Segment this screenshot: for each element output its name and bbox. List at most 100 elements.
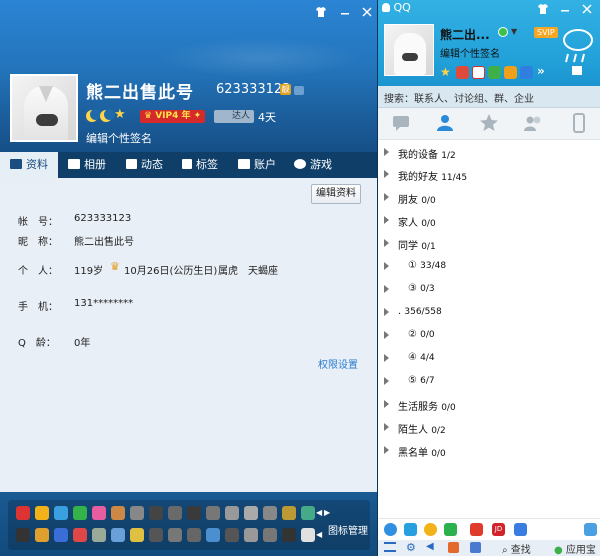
green-diamond-icon[interactable] — [73, 506, 87, 520]
group-family[interactable]: 家人 0/0 — [378, 210, 600, 232]
group-friends[interactable]: 朋友 0/0 — [378, 187, 600, 209]
close-icon[interactable] — [360, 6, 374, 20]
browser-icon[interactable] — [225, 528, 239, 542]
pretty-number-icon[interactable]: 靓 — [280, 84, 291, 95]
scroll-right-icon[interactable]: ▶ — [324, 508, 330, 517]
qq-logo-icon[interactable] — [301, 528, 315, 542]
yellow-diamond-icon[interactable] — [35, 506, 49, 520]
weiyun-icon[interactable] — [404, 523, 417, 536]
camera-icon[interactable] — [187, 506, 201, 520]
qzone-icon[interactable] — [456, 66, 469, 79]
settings-icon[interactable]: ⚙ — [406, 541, 416, 554]
find-button[interactable]: ⌕ 查找 — [502, 541, 531, 556]
group-2[interactable]: ② 0/0 — [378, 325, 600, 347]
pink-diamond-icon[interactable] — [92, 506, 106, 520]
play-icon[interactable] — [444, 523, 457, 536]
star-yellow-icon[interactable] — [130, 528, 144, 542]
stock-icon[interactable] — [470, 523, 483, 536]
photo-badge-icon[interactable] — [168, 528, 182, 542]
pass-icon[interactable] — [149, 528, 163, 542]
permission-settings-link[interactable]: 权限设置 — [318, 356, 358, 371]
vip-badge[interactable]: ♛ VIP4 年 ✦ — [140, 110, 206, 123]
qq-game-icon[interactable] — [424, 523, 437, 536]
daren-badge[interactable]: 达人 — [214, 110, 254, 123]
book-icon[interactable] — [73, 528, 87, 542]
group-5[interactable]: ⑤ 6/7 — [378, 371, 600, 393]
tab-account[interactable]: 账户 — [238, 152, 276, 178]
online-status-icon[interactable] — [498, 27, 508, 37]
shop-icon[interactable] — [504, 66, 517, 79]
card-small-icon[interactable] — [294, 86, 304, 95]
scroll-left-icon[interactable]: ◀ — [316, 530, 322, 539]
skin-icon[interactable] — [536, 3, 550, 17]
contacts-tab-icon[interactable] — [434, 112, 456, 134]
blue-diamond-icon[interactable] — [54, 506, 68, 520]
penguin-dark-icon[interactable] — [282, 528, 296, 542]
card-badge-icon[interactable] — [168, 506, 182, 520]
tab-profile[interactable]: 资料 — [0, 152, 58, 178]
box-icon[interactable] — [301, 506, 315, 520]
group-classmates[interactable]: 同学 0/1 — [378, 233, 600, 255]
contact-search[interactable]: 搜索：联系人、讨论组、群、企业 — [378, 86, 600, 108]
group-1[interactable]: ① 33/48 — [378, 256, 600, 278]
game-icon[interactable] — [520, 66, 533, 79]
scroll-left-icon[interactable]: ◀ — [316, 508, 322, 517]
main-avatar[interactable] — [384, 24, 434, 76]
shop-icon[interactable] — [111, 528, 125, 542]
group-strangers[interactable]: 陌生人 0/2 — [378, 417, 600, 439]
main-signature[interactable]: 编辑个性签名 — [440, 45, 500, 60]
group-dot[interactable]: . 356/558 — [378, 302, 600, 324]
wallet-icon[interactable] — [488, 66, 501, 79]
game-badge-icon[interactable] — [149, 506, 163, 520]
qq-browser-icon[interactable] — [384, 523, 397, 536]
security-icon[interactable] — [514, 523, 527, 536]
star-level-icon[interactable]: ★ — [114, 107, 126, 122]
icon-manage-link[interactable]: 图标管理 — [328, 522, 368, 537]
gift-icon[interactable] — [35, 528, 49, 542]
home-icon[interactable] — [92, 528, 106, 542]
round-badge-icon[interactable] — [263, 528, 277, 542]
music-icon[interactable] — [111, 506, 125, 520]
moon-level-icon[interactable] — [100, 109, 115, 122]
profile-avatar[interactable] — [10, 74, 78, 142]
file-icon[interactable] — [470, 542, 481, 553]
group-blacklist[interactable]: 黑名单 0/0 — [378, 440, 600, 462]
favorites-tab-icon[interactable] — [478, 112, 500, 134]
video-icon[interactable] — [187, 528, 201, 542]
wallet-badge-icon[interactable] — [54, 528, 68, 542]
qq-show-icon[interactable] — [16, 506, 30, 520]
phone-tab-icon[interactable] — [568, 112, 590, 134]
group-my-devices[interactable]: 我的设备 1/2 — [378, 142, 600, 164]
svip-badge[interactable]: SVIP — [534, 27, 558, 38]
skin-icon[interactable] — [314, 6, 328, 20]
star-badge-icon[interactable] — [263, 506, 277, 520]
star-level-icon[interactable]: ★ — [440, 66, 453, 78]
moon-level-icon[interactable] — [86, 109, 101, 122]
profile-signature[interactable]: 编辑个性签名 — [86, 130, 152, 146]
tab-tags[interactable]: 标签 — [182, 152, 218, 178]
app-center-button[interactable]: ● 应用宝 — [554, 541, 596, 556]
volume-icon[interactable]: ◀ — [426, 541, 434, 552]
penguin-black-icon[interactable] — [16, 528, 30, 542]
group-my-friends[interactable]: 我的好友 11/45 — [378, 164, 600, 186]
messages-tab-icon[interactable] — [390, 112, 412, 134]
group-life-services[interactable]: 生活服务 0/0 — [378, 394, 600, 416]
penguin-icon[interactable] — [282, 506, 296, 520]
more-icon[interactable]: » — [537, 64, 545, 78]
weather-icon[interactable] — [558, 18, 596, 78]
mail-icon[interactable] — [448, 542, 459, 553]
tab-album[interactable]: 相册 — [68, 152, 106, 178]
chevron-down-icon[interactable]: ▼ — [511, 27, 517, 36]
edit-profile-button[interactable]: 编辑资料 — [311, 184, 361, 204]
cloud-icon[interactable] — [244, 528, 258, 542]
group-4[interactable]: ④ 4/4 — [378, 348, 600, 370]
close-icon[interactable] — [580, 3, 594, 17]
groups-tab-icon[interactable] — [522, 112, 544, 134]
tab-games[interactable]: 游戏 — [294, 152, 332, 178]
group-3[interactable]: ③ 0/3 — [378, 279, 600, 301]
main-nickname[interactable]: 熊二出... — [440, 26, 490, 43]
shield-icon[interactable] — [206, 528, 220, 542]
flower-icon[interactable] — [206, 506, 220, 520]
tab-feed[interactable]: 动态 — [126, 152, 163, 178]
mail-icon[interactable] — [225, 506, 239, 520]
